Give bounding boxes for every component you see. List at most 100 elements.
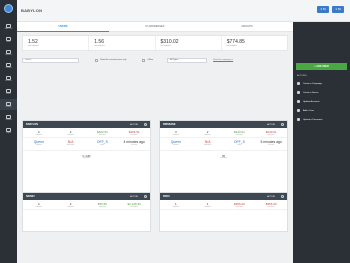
metric: 1 endpoints: [204, 202, 211, 208]
metric: 2 endpoints: [204, 130, 211, 136]
top-bar: BABYLON ▼ B1 ▼ B2: [17, 0, 350, 22]
metric: 2 endpoints: [35, 202, 43, 208]
tab-bar: USERS IP ADDRESSES GROUPS: [17, 22, 293, 32]
gear-icon[interactable]: [281, 123, 284, 126]
card-header: PERU ACTIVE: [160, 193, 287, 200]
card-header: BABYLON ACTIVE: [23, 121, 150, 128]
card-row: 2 endpoints 2 endpoints $402.51 total spent…: [23, 128, 150, 138]
search-input[interactable]: [22, 57, 79, 63]
nav-item-settings[interactable]: Settings: [0, 99, 17, 110]
gear-icon[interactable]: [144, 123, 147, 126]
activated-only-checkbox[interactable]: Show file activated users only: [95, 58, 126, 62]
card-row: 3 endpoints 2 endpoints $240.01 total spent…: [160, 128, 287, 138]
action-add-user[interactable]: Add a User: [293, 106, 350, 115]
nav-item-incidents[interactable]: Incidents: [0, 73, 17, 84]
user-card-babylon[interactable]: BABYLON ACTIVE 2 endpoints 2 endpoints $40…: [22, 120, 151, 202]
action-create-campaign[interactable]: Create a Campaign: [293, 79, 350, 88]
add-user-button[interactable]: + ADD USER: [296, 63, 347, 70]
checkbox-box[interactable]: [95, 58, 98, 62]
server-icon: [297, 91, 300, 94]
metric: Queen interface: [33, 140, 44, 146]
card-title: SIDNEY: [26, 195, 35, 198]
user-card-sidney[interactable]: SIDNEY ACTIVE 2 endpoints 2 endpoints $55.…: [22, 192, 151, 232]
card-row: Queen interface N/A description OFF_S polic…: [23, 138, 150, 151]
nav-item-events[interactable]: Events: [0, 86, 17, 97]
card-title: BRISBANE: [163, 123, 176, 126]
server-icon: [6, 36, 11, 41]
metric: $2,148.36 total spent: [127, 202, 141, 208]
metric: 3 endpoints: [172, 130, 180, 136]
metric: OFF_S policy: [233, 140, 245, 146]
card-footer: 35 campaigns: [219, 155, 228, 159]
filter-bar: Show file activated users only Offline A…: [22, 56, 288, 64]
header-button-2[interactable]: ▼ B2: [332, 6, 344, 13]
gear-icon[interactable]: [281, 195, 284, 198]
card-row: 1 endpoints 1 endpoints $356.00 total spent…: [160, 200, 287, 210]
campaign-icon: [297, 82, 300, 85]
status-badge: ACTIVE: [267, 195, 275, 198]
stat-item: 1.52 total endpoints: [23, 36, 90, 50]
offline-checkbox[interactable]: Offline: [142, 58, 153, 62]
card-title: BABYLON: [26, 123, 38, 126]
metric: N/A description: [66, 140, 75, 146]
left-nav: BABYLON Hosts Identities Contacts Incide…: [0, 0, 17, 263]
calendar-icon: [6, 88, 11, 93]
action-update-accounts[interactable]: Update Accounts: [293, 97, 350, 106]
refresh-icon: [297, 100, 300, 103]
card-row: Queen interface N/A description OFF_S polic…: [160, 138, 287, 151]
card-header: SIDNEY ACTIVE: [23, 193, 150, 200]
app-logo[interactable]: [4, 4, 13, 13]
logout-icon: [6, 127, 11, 132]
card-footer: 0 / 183 campaigns: [82, 155, 91, 159]
metric: $55.66 total spent: [97, 202, 107, 208]
gear-icon[interactable]: [144, 195, 147, 198]
metric: $356.00 total spent: [233, 202, 245, 208]
status-badge: ACTIVE: [130, 123, 138, 126]
card-title: PERU: [163, 195, 170, 198]
user-add-icon: [297, 109, 300, 112]
actions-heading: ACTIONS: [297, 75, 307, 77]
nav-item-hosts[interactable]: Hosts: [0, 34, 17, 45]
header-button-1[interactable]: ▼ B1: [317, 6, 329, 13]
action-upload-document[interactable]: Upload a Document: [293, 115, 350, 124]
gear-icon: [6, 101, 11, 106]
nav-item-contacts[interactable]: Contacts: [0, 60, 17, 71]
metric: OFF_S policy: [96, 140, 108, 146]
metric: $240.01 total spent: [265, 130, 277, 136]
globe-icon: [6, 23, 11, 28]
tab-groups[interactable]: GROUPS: [201, 22, 293, 32]
metric: 1 endpoints: [172, 202, 180, 208]
user-card-brisbane[interactable]: BRISBANE ACTIVE 3 endpoints 2 endpoints $2…: [159, 120, 288, 202]
show-campaigns-link[interactable]: Show file campaigns »: [213, 59, 233, 61]
metric: Queen interface: [170, 140, 181, 146]
status-badge: ACTIVE: [267, 123, 275, 126]
stats-summary: 1.52 total endpoints 1.56 total endpoints …: [22, 35, 288, 51]
nav-item-contacts-2[interactable]: Contacts: [0, 112, 17, 123]
type-select[interactable]: All Types: [167, 57, 208, 63]
metric: 2 endpoints: [35, 130, 43, 136]
id-card-icon: [6, 49, 11, 54]
people-icon: [6, 62, 11, 67]
tab-users[interactable]: USERS: [17, 22, 109, 32]
tab-ip-addresses[interactable]: IP ADDRESSES: [109, 22, 201, 32]
nav-item-babylon[interactable]: BABYLON: [0, 21, 17, 32]
actions-panel: + ADD USER ACTIONS Create a Campaign Cre…: [293, 22, 350, 263]
upload-icon: [297, 118, 300, 121]
metric: $240.01 total spent: [233, 130, 245, 136]
metric: $402.51 total spent: [96, 130, 108, 136]
stat-item: $310.02 total endpoints: [156, 36, 222, 50]
checkbox-box[interactable]: [142, 58, 146, 62]
metric: 5 minutes ago last seen: [260, 140, 282, 146]
stat-item: $774.85 total endpoints: [226, 39, 245, 47]
card-row: 2 endpoints 2 endpoints $55.66 total spent …: [23, 200, 150, 210]
user-card-peru[interactable]: PERU ACTIVE 1 endpoints 1 endpoints $356.0…: [159, 192, 288, 232]
nav-item-logout[interactable]: Logout: [0, 125, 17, 136]
alert-icon: [6, 75, 11, 80]
metric: 4 minutes ago last seen: [123, 140, 145, 146]
card-header: BRISBANE ACTIVE: [160, 121, 287, 128]
action-create-server[interactable]: Create a Server: [293, 88, 350, 97]
metric: 2 endpoints: [67, 202, 74, 208]
metric: $356.00 total spent: [265, 202, 277, 208]
nav-item-identities[interactable]: Identities: [0, 47, 17, 58]
metric: 2 endpoints: [67, 130, 74, 136]
